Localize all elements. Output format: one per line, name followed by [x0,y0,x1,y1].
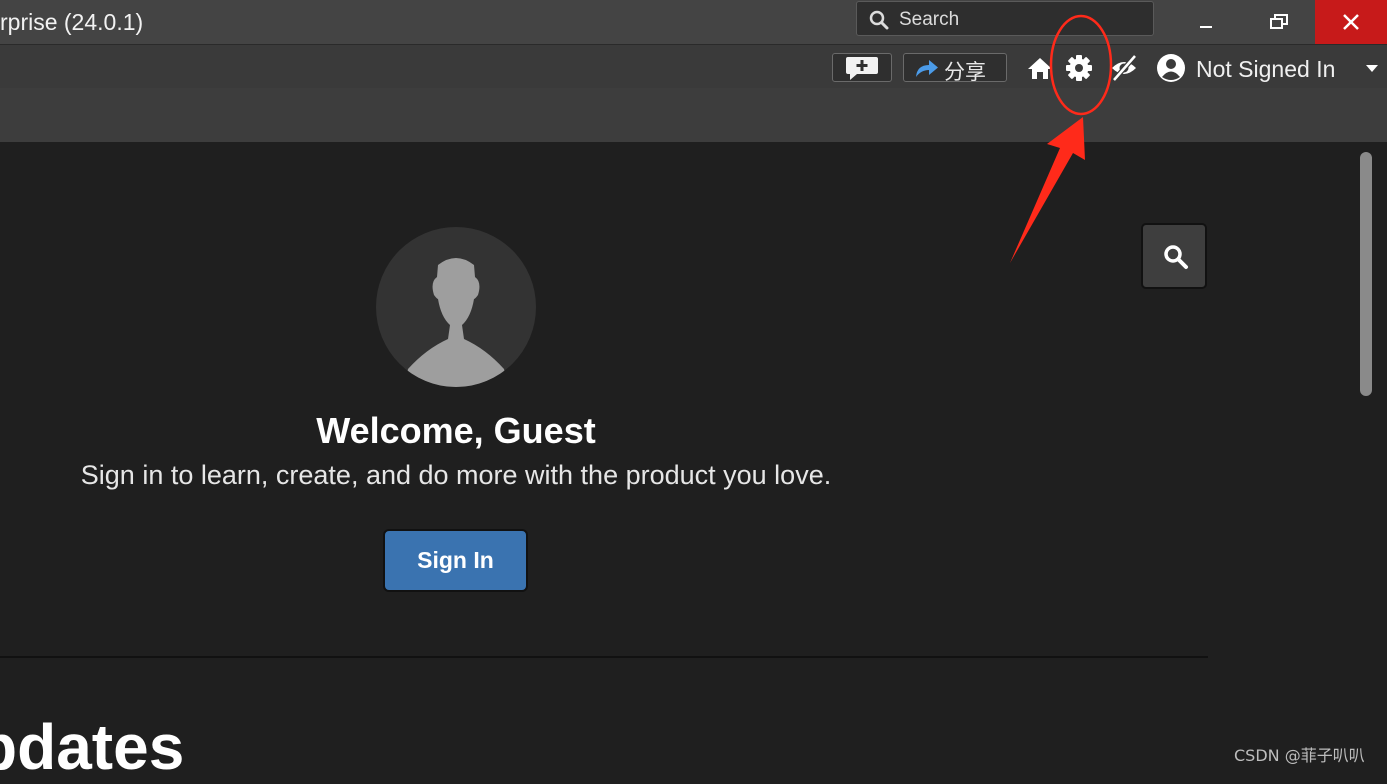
home-icon[interactable] [1025,53,1055,83]
title-bar: rprise (24.0.1) Search [0,0,1387,44]
share-label: 分享 [944,60,986,84]
search-placeholder: Search [899,9,960,30]
close-button[interactable] [1315,0,1387,44]
restore-button[interactable] [1243,0,1315,44]
watermark: CSDN @菲子叭叭 [1234,746,1365,765]
welcome-subtitle: Sign in to learn, create, and do more wi… [80,460,832,490]
scrollbar-thumb[interactable] [1360,152,1372,396]
minimize-icon [1200,26,1212,28]
secondary-bar [0,88,1387,142]
welcome-title: Welcome, Guest [316,410,596,451]
search-icon [1164,245,1188,269]
user-icon [1157,54,1185,82]
visibility-off-icon[interactable] [1109,53,1139,83]
home-panel: Welcome, Guest Sign in to learn, create,… [0,142,1387,783]
search-box[interactable]: Search [856,1,1154,36]
share-button[interactable]: 分享 [903,53,1007,84]
panel-search-button[interactable] [1141,223,1207,289]
gear-icon[interactable] [1064,53,1094,83]
caret-down-icon [1366,65,1378,72]
restore-icon [1270,14,1288,29]
feedback-button[interactable] [832,53,892,82]
section-divider [0,656,1208,658]
window-title: rprise (24.0.1) [0,9,144,35]
avatar [376,227,536,387]
sign-in-button[interactable]: Sign In [383,529,528,592]
user-label: Not Signed In [1196,56,1336,82]
search-icon [869,10,889,30]
share-arrow-icon [916,60,938,77]
feedback-icon [846,57,878,80]
minimize-button[interactable] [1170,0,1242,44]
guest-avatar-icon [404,258,508,387]
user-menu[interactable]: Not Signed In [1156,51,1381,85]
close-icon [1343,14,1359,30]
toolbar: 分享 Not Signed In [0,44,1387,88]
